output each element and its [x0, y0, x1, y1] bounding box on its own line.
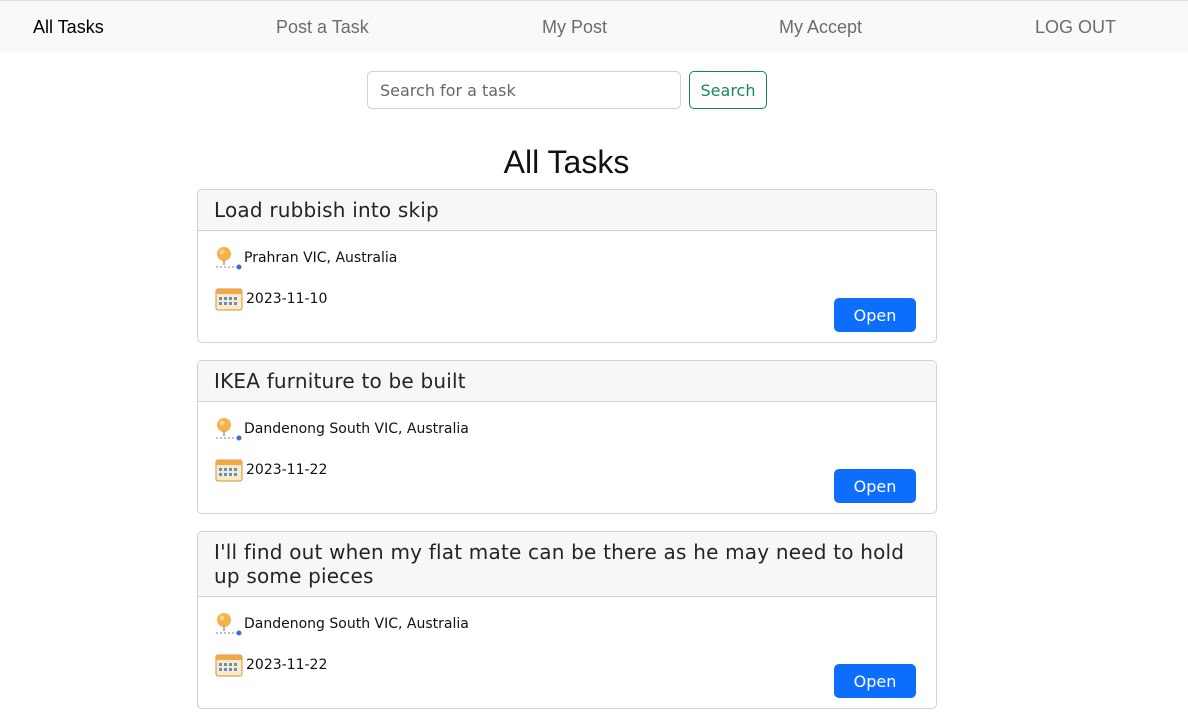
calendar-icon — [215, 459, 243, 482]
top-navbar: All Tasks Post a Task My Post My Accept … — [0, 0, 1188, 53]
page-title: All Tasks — [503, 144, 630, 180]
task-card-body: Prahran VIC, Australia 2023-11-10 Open — [198, 231, 936, 342]
open-task-button[interactable]: Open — [834, 469, 916, 503]
task-title: IKEA furniture to be built — [198, 361, 936, 402]
task-title: I'll find out when my flat mate can be t… — [198, 532, 936, 597]
search-input[interactable] — [367, 71, 681, 109]
calendar-icon — [215, 288, 243, 311]
task-date: 2023-11-22 — [214, 457, 327, 483]
task-date-text: 2023-11-22 — [246, 657, 328, 673]
nav-my-post[interactable]: My Post — [542, 17, 607, 38]
task-date: 2023-11-10 — [214, 286, 327, 312]
map-pin-icon — [216, 613, 242, 636]
nav-my-accept[interactable]: My Accept — [779, 17, 862, 38]
task-card: IKEA furniture to be built Dandenong Sou… — [197, 360, 937, 514]
open-task-button[interactable]: Open — [834, 298, 916, 332]
task-card: I'll find out when my flat mate can be t… — [197, 531, 937, 709]
open-task-button[interactable]: Open — [834, 664, 916, 698]
task-card-body: Dandenong South VIC, Australia 2023-11-2… — [198, 597, 936, 708]
nav-post-a-task[interactable]: Post a Task — [276, 17, 369, 38]
task-date-text: 2023-11-10 — [246, 291, 328, 307]
task-title: Load rubbish into skip — [198, 190, 936, 231]
task-date-text: 2023-11-22 — [246, 462, 328, 478]
search-button[interactable]: Search — [689, 71, 767, 109]
nav-all-tasks[interactable]: All Tasks — [33, 17, 104, 38]
task-location-text: Dandenong South VIC, Australia — [244, 421, 469, 437]
calendar-icon — [215, 654, 243, 677]
task-card: Load rubbish into skip Prahran VIC, Aust… — [197, 189, 937, 343]
map-pin-icon — [216, 418, 242, 441]
task-location: Dandenong South VIC, Australia — [214, 611, 469, 637]
task-date: 2023-11-22 — [214, 652, 327, 678]
task-location-text: Dandenong South VIC, Australia — [244, 616, 469, 632]
task-location: Prahran VIC, Australia — [214, 245, 397, 271]
nav-log-out[interactable]: LOG OUT — [1035, 17, 1116, 38]
task-card-body: Dandenong South VIC, Australia 2023-11-2… — [198, 402, 936, 513]
task-location: Dandenong South VIC, Australia — [214, 416, 469, 442]
task-location-text: Prahran VIC, Australia — [244, 250, 398, 266]
map-pin-icon — [216, 247, 242, 270]
